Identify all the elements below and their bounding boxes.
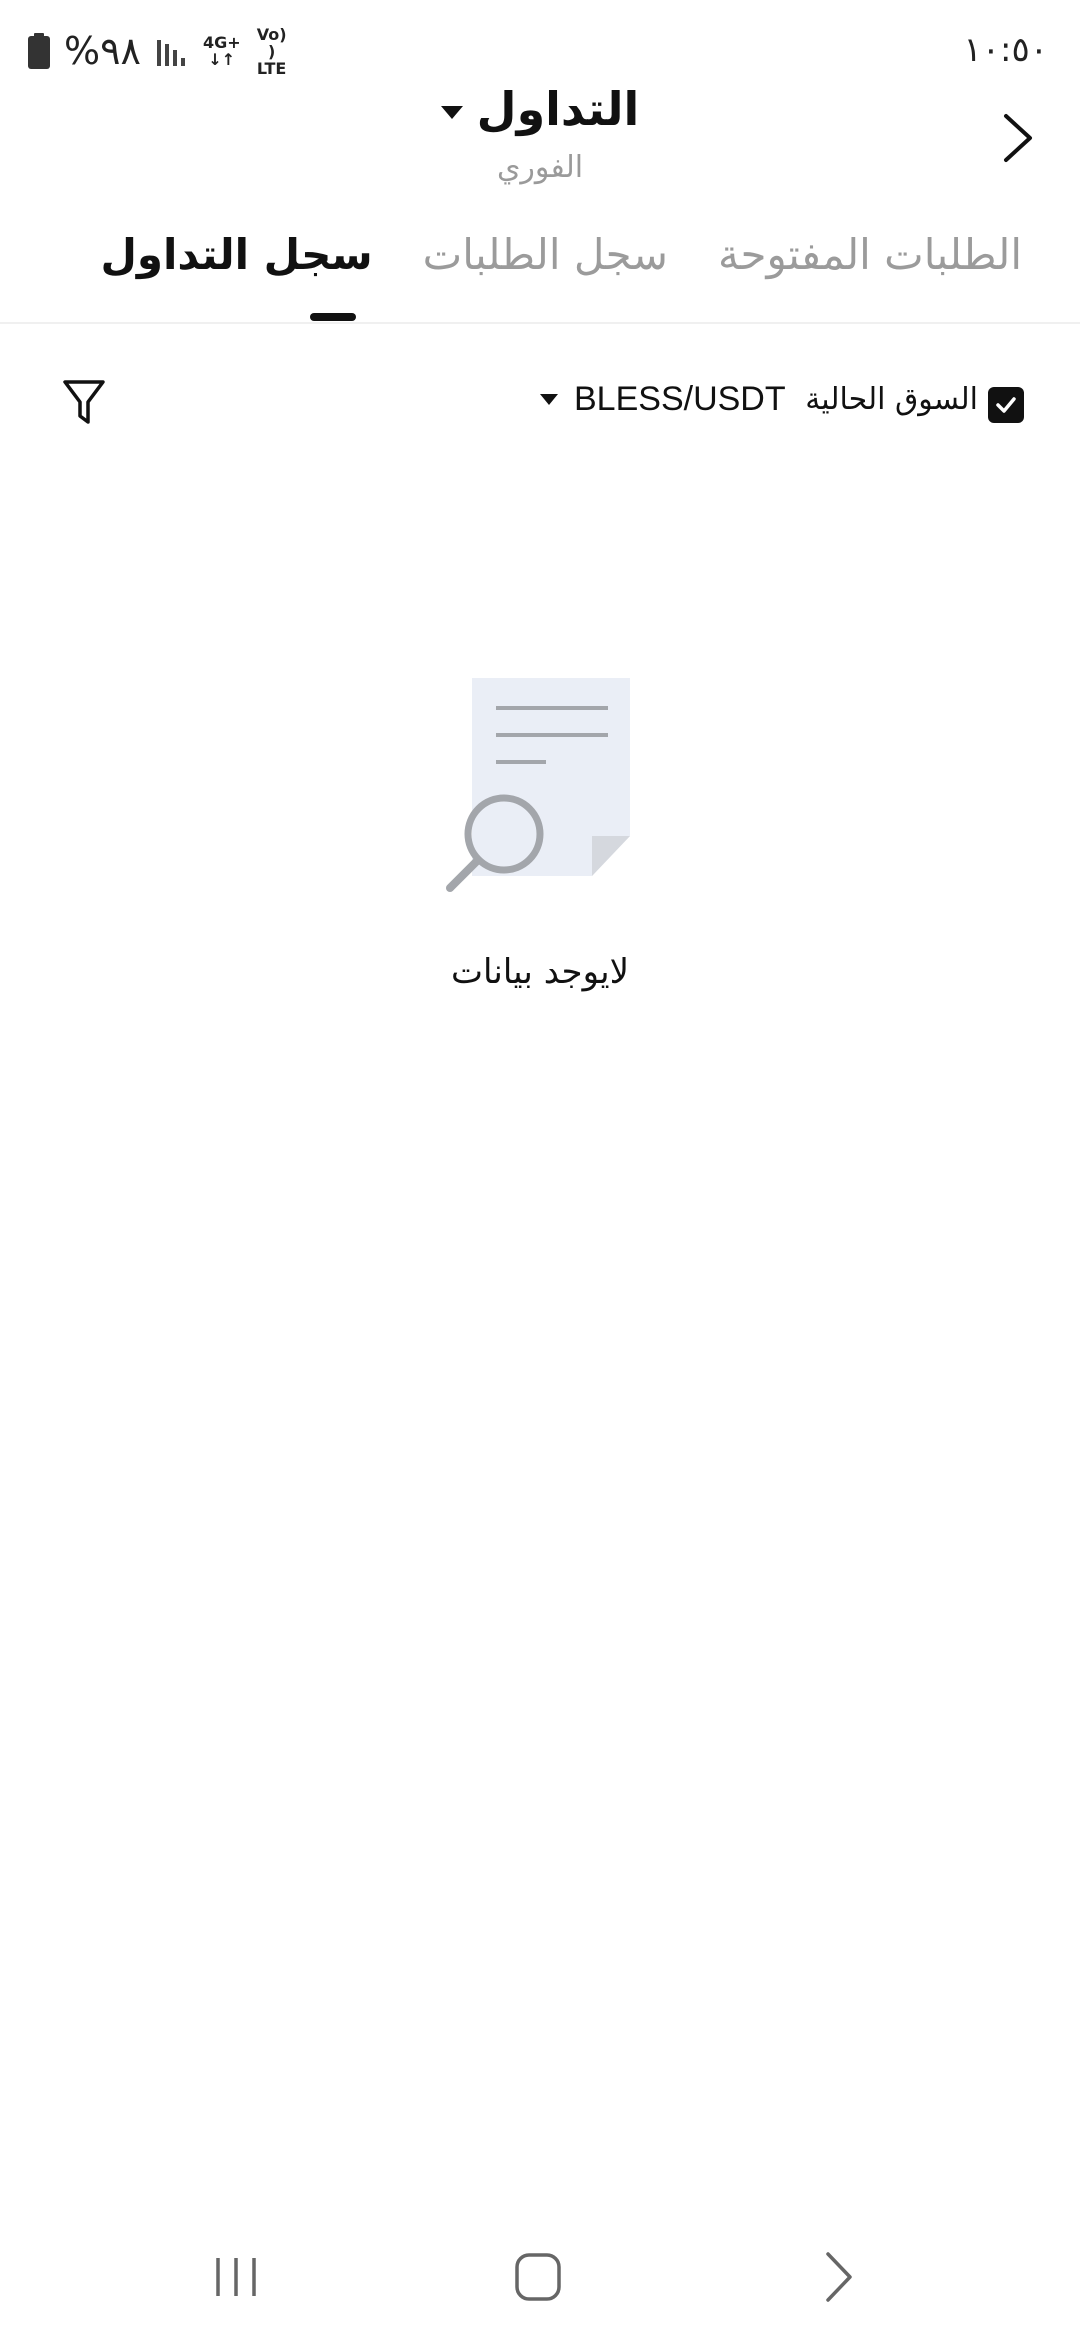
battery-icon — [28, 33, 50, 69]
check-icon — [996, 397, 1016, 413]
chevron-right-icon[interactable] — [996, 110, 1040, 166]
caret-down-icon — [540, 394, 558, 405]
filter-row: السوق الحالية BLESS/USDT — [0, 378, 1080, 438]
market-type-selector[interactable]: التداول — [0, 82, 1080, 136]
network-type-icon: 4G+ ↓↑ — [202, 33, 241, 69]
page-subtitle: الفوري — [496, 150, 584, 185]
divider — [0, 322, 1080, 324]
tabs: الطلبات المفتوحة سجل الطلبات سجل التداول — [100, 230, 1022, 279]
nav-back-icon[interactable] — [822, 2250, 856, 2304]
active-tab-indicator — [310, 313, 356, 321]
status-icons: %٩٨ 4G+ ↓↑ Vo)) LTE — [28, 24, 289, 78]
caret-down-icon — [440, 105, 463, 119]
current-market-label: السوق الحالية — [805, 382, 978, 417]
volte-icon: Vo)) LTE — [256, 24, 287, 78]
tab-trade-history[interactable]: سجل التداول — [100, 230, 372, 279]
page-title: التداول — [476, 82, 640, 136]
system-nav-bar — [0, 2230, 1080, 2320]
signal-icon — [156, 40, 185, 66]
clock: ١٠:٥٠ — [963, 30, 1048, 70]
tab-order-history[interactable]: سجل الطلبات — [423, 230, 668, 279]
pair-selector[interactable]: BLESS/USDT — [540, 380, 786, 419]
funnel-icon[interactable] — [62, 378, 106, 428]
recents-icon[interactable] — [212, 2254, 262, 2300]
no-data-illustration — [446, 678, 630, 892]
empty-state-text: لايوجد بيانات — [450, 952, 629, 992]
pair-label: BLESS/USDT — [574, 380, 786, 418]
home-icon[interactable] — [514, 2252, 562, 2302]
current-market-checkbox[interactable] — [988, 387, 1024, 423]
battery-percentage: %٩٨ — [64, 29, 141, 73]
screen: %٩٨ 4G+ ↓↑ Vo)) LTE ١٠:٥٠ التداول الفوري… — [0, 0, 1080, 2340]
tab-open-orders[interactable]: الطلبات المفتوحة — [718, 230, 1022, 279]
